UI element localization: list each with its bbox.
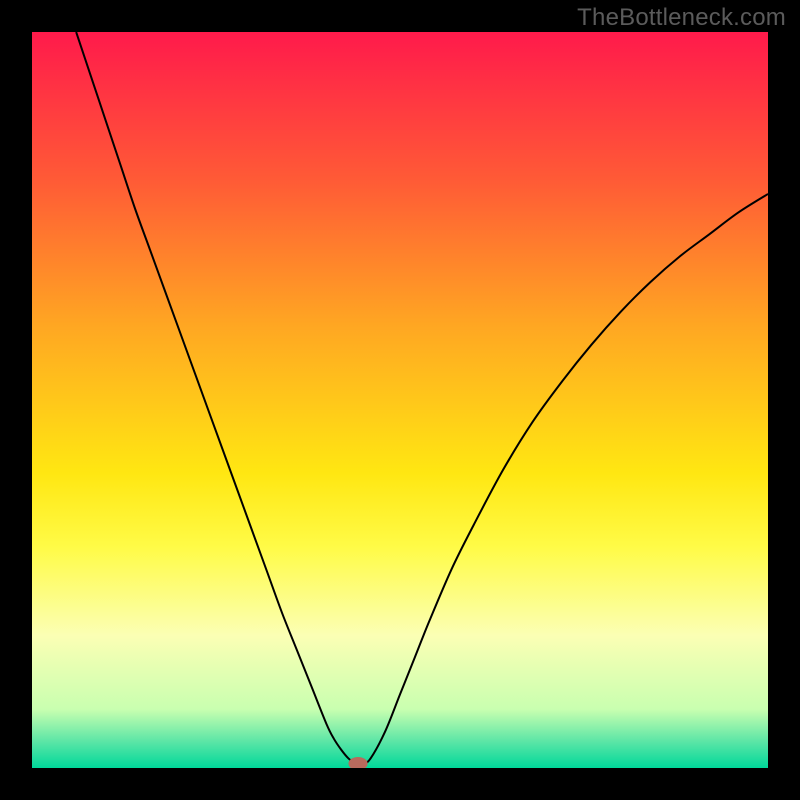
gradient-background xyxy=(32,32,768,768)
chart-frame: TheBottleneck.com xyxy=(0,0,800,800)
chart-svg xyxy=(32,32,768,768)
plot-area xyxy=(32,32,768,768)
watermark-text: TheBottleneck.com xyxy=(577,4,786,32)
